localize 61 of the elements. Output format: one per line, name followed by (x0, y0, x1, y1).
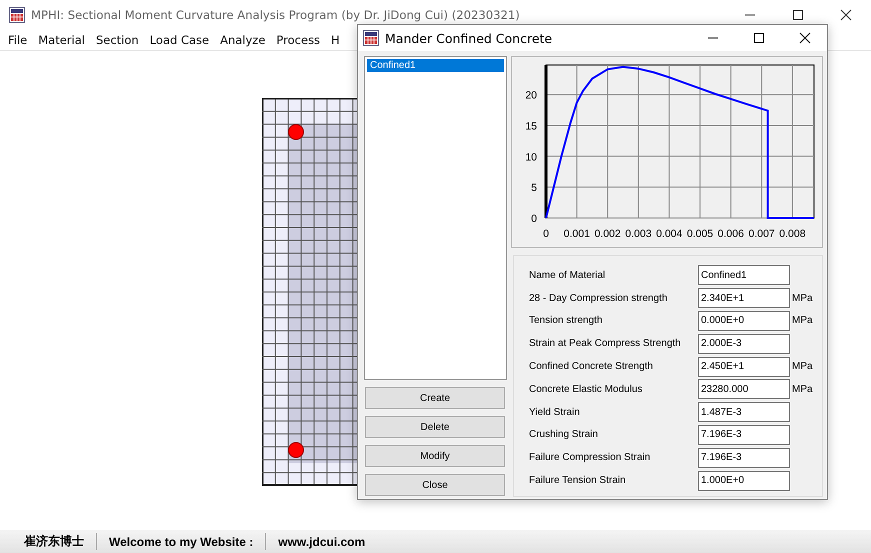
status-text: www.jdcui.com (277, 534, 366, 548)
menu-item[interactable]: Section (96, 33, 139, 47)
unit-label: MPa (791, 292, 813, 304)
dialog-button[interactable]: Delete (365, 416, 505, 438)
input-field[interactable]: 7.196E-3 (698, 448, 790, 468)
field-label: Yield Strain (529, 406, 581, 418)
x-tick-label: 0 (543, 228, 549, 240)
input-field[interactable]: 0.000E+0 (698, 310, 790, 331)
field-label: Concrete Elastic Modulus (529, 384, 644, 395)
x-tick-label: 0.006 (718, 228, 744, 240)
window-title: MPHI: Sectional Moment Curvature Analysis Program (by Dr. JiDong Cui) (20230321) (31, 8, 520, 22)
close-icon[interactable] (840, 9, 852, 21)
dialog-button[interactable]: Create (365, 387, 505, 409)
menu-item[interactable]: File (8, 33, 28, 47)
field-label: Confined Concrete Strength (529, 361, 654, 372)
field-label: 28 - Day Compression strength (529, 292, 668, 304)
material-list-item[interactable]: Confined1 (367, 59, 504, 72)
maximize-icon[interactable] (753, 32, 765, 44)
dialog-button[interactable]: Modify (365, 445, 505, 467)
field-label: Name of Material (529, 270, 606, 281)
field-label: Failure Compression Strain (529, 452, 652, 464)
unit-label: MPa (791, 315, 813, 326)
status-text: Welcome to my Website : (108, 534, 254, 548)
input-field[interactable]: 1.000E+0 (698, 470, 790, 491)
x-tick-label: 0.008 (779, 228, 806, 240)
dialog-button[interactable]: Close (365, 474, 505, 496)
field-label: Crushing Strain (529, 429, 599, 440)
field-label: Strain at Peak Compress Strength (529, 338, 682, 350)
input-field[interactable]: 1.487E-3 (698, 402, 790, 422)
input-field[interactable]: 23280.000 (698, 379, 790, 400)
y-tick-label: 20 (525, 90, 537, 102)
menu-item[interactable]: Analyze (220, 33, 266, 47)
y-tick-label: 5 (531, 182, 537, 194)
input-field[interactable]: 2.340E+1 (698, 288, 790, 308)
status-text: 崔济东博士 (22, 533, 85, 550)
y-tick-label: 15 (525, 120, 537, 132)
x-tick-label: 0.007 (748, 228, 775, 240)
y-tick-label: 10 (525, 151, 537, 164)
menu-item[interactable]: Process (276, 33, 320, 47)
app-icon (9, 7, 25, 23)
dialog-title: Mander Confined Concrete (385, 30, 552, 46)
input-field[interactable]: 2.000E-3 (698, 334, 790, 354)
x-tick-label: 0.003 (625, 228, 652, 240)
app-icon (363, 30, 379, 46)
field-label: Tension strength (529, 315, 604, 326)
input-field[interactable]: 2.450E+1 (698, 356, 790, 377)
menu-item[interactable]: H (331, 33, 340, 47)
x-tick-label: 0.002 (594, 228, 621, 240)
menu-item[interactable]: Material (38, 33, 85, 47)
input-field[interactable]: 7.196E-3 (698, 424, 790, 445)
x-tick-label: 0.001 (564, 228, 590, 240)
unit-label: MPa (791, 384, 813, 395)
unit-label: MPa (791, 361, 813, 372)
x-tick-label: 0.005 (686, 228, 714, 240)
maximize-icon[interactable] (792, 9, 804, 21)
input-field[interactable]: Confined1 (698, 265, 790, 286)
x-tick-label: 0.004 (656, 228, 682, 240)
menu-item[interactable]: Load Case (150, 33, 210, 47)
close-icon[interactable] (799, 32, 811, 44)
field-label: Failure Tension Strain (529, 475, 627, 486)
y-tick-label: 0 (531, 213, 537, 225)
